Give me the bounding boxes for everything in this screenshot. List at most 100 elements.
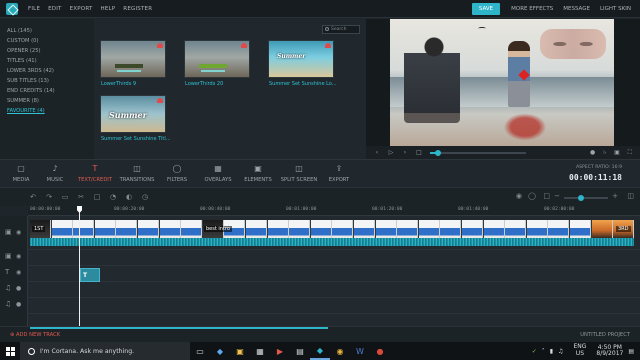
zoom-in-icon[interactable]: + (612, 192, 618, 200)
zoom-slider[interactable] (564, 195, 608, 201)
store-icon[interactable]: ▦ (250, 342, 270, 360)
light-skin-link[interactable]: LIGHT SKIN (600, 6, 631, 12)
eye-icon[interactable]: ◉ (16, 229, 21, 236)
chrome-icon[interactable]: ◉ (330, 342, 350, 360)
library-item-summer-title[interactable]: Summer (100, 95, 166, 133)
library-search-input[interactable]: Search (322, 25, 360, 34)
timeline-scrollbar[interactable] (30, 327, 328, 329)
playback-scrubber[interactable] (430, 149, 526, 156)
menu-file[interactable]: FILE (28, 6, 40, 12)
play-icon[interactable]: ▷ (388, 149, 394, 156)
windows-start-icon[interactable] (0, 342, 20, 360)
rewind-icon[interactable]: ‹ (374, 149, 380, 156)
save-button[interactable]: SAVE (471, 3, 501, 15)
category-titles[interactable]: TITLES (41) (7, 56, 94, 66)
music-track-lane (28, 282, 640, 298)
timeline-ruler[interactable]: 00:00:00:00 00:00:20:00 00:00:40:00 00:0… (28, 206, 640, 216)
nvidia-icon[interactable]: ✓ (532, 348, 537, 355)
video-frame (116, 220, 138, 238)
volume-icon[interactable]: ♫ (558, 348, 563, 355)
video-clip[interactable]: 1ST best intro 3RD (30, 220, 634, 246)
category-favourite[interactable]: FAVOURITE (4) (7, 106, 94, 116)
file-explorer-icon[interactable]: ▣ (230, 342, 250, 360)
clock[interactable]: 4:50 PM 8/9/2017 (591, 344, 623, 358)
category-end-credits[interactable]: END CREDITS (14) (7, 86, 94, 96)
forward-icon[interactable]: › (402, 149, 408, 156)
tab-export[interactable]: ⇪ EXPORT (319, 164, 359, 183)
zoom-handle[interactable] (578, 195, 584, 201)
filters-icon: ◯ (172, 164, 182, 173)
color-icon[interactable]: ◐ (124, 192, 134, 202)
tab-filters[interactable]: ◯ FILTERS (157, 164, 197, 183)
category-custom[interactable]: CUSTOM (0) (7, 36, 94, 46)
menu-help[interactable]: HELP (101, 6, 116, 12)
add-new-track-button[interactable]: ⊕ ADD NEW TRACK (10, 332, 60, 338)
library-item-lowerthirds-20[interactable] (184, 40, 250, 78)
tab-music[interactable]: ♪ MUSIC (35, 164, 75, 183)
filmora-taskbar-icon[interactable]: ◆ (310, 342, 330, 360)
redo-icon[interactable]: ↷ (44, 192, 54, 202)
category-sub-titles[interactable]: SUB TITLES (13) (7, 76, 94, 86)
title-clip[interactable]: T (80, 268, 100, 282)
language-indicator[interactable]: ENG US (568, 344, 586, 358)
dropbox-icon[interactable]: ◆ (210, 342, 230, 360)
video-frame (397, 220, 419, 238)
media-player-icon[interactable]: ▶ (270, 342, 290, 360)
snapshot-icon[interactable]: ▣ (614, 149, 620, 157)
speaker-icon[interactable]: ● (16, 301, 21, 308)
zoom-fit-icon[interactable]: □ (543, 192, 550, 200)
cut-icon[interactable]: ✂ (76, 192, 86, 202)
favorite-heart-icon[interactable] (157, 98, 163, 103)
crop-icon[interactable]: □ (92, 192, 102, 202)
video-track-icon: ▣ (5, 228, 12, 236)
word-icon[interactable]: W (350, 342, 370, 360)
menu-edit[interactable]: EDIT (48, 6, 62, 12)
playhead[interactable] (79, 212, 80, 326)
category-all[interactable]: ALL (145) (7, 26, 94, 36)
fullscreen-icon[interactable]: ⛶ (628, 149, 632, 157)
undo-icon[interactable]: ↶ (28, 192, 38, 202)
library-item-lowerthirds-9[interactable] (100, 40, 166, 78)
favorite-heart-icon[interactable] (241, 43, 247, 48)
photos-icon[interactable]: ▤ (290, 342, 310, 360)
tab-text-credit[interactable]: T TEXT/CREDIT (75, 164, 115, 183)
favorite-heart-icon[interactable] (157, 43, 163, 48)
library-item-summer-lower[interactable]: Summer (268, 40, 334, 78)
battery-icon[interactable]: ▮ (550, 348, 553, 355)
task-view-icon[interactable]: ▭ (190, 342, 210, 360)
tab-elements[interactable]: ▣ ELEMENTS (238, 164, 278, 183)
music-note-icon: ♪ (52, 164, 58, 173)
menu-register[interactable]: REGISTER (123, 6, 152, 12)
category-lower-3rds[interactable]: LOWER 3RDS (42) (7, 66, 94, 76)
notifications-icon[interactable]: ▤ (628, 348, 634, 355)
tab-split-screen[interactable]: ◫ SPLIT SCREEN (279, 164, 319, 183)
tab-transitions[interactable]: ◫ TRANSITIONS (117, 164, 157, 183)
split-screen-icon: ◫ (295, 164, 303, 173)
app-icon[interactable]: ● (370, 342, 390, 360)
speaker-icon[interactable]: ● (16, 285, 21, 292)
show-hidden-icon[interactable]: ˄ (542, 348, 545, 355)
eye-icon[interactable]: ◉ (16, 269, 21, 276)
delete-icon[interactable]: ▭ (60, 192, 70, 202)
marker-icon[interactable]: ◯ (528, 192, 536, 200)
stop-icon[interactable]: □ (416, 149, 422, 156)
speed-icon[interactable]: ◔ (108, 192, 118, 202)
duration-icon[interactable]: ◷ (140, 192, 150, 202)
render-icon[interactable]: ◉ (516, 192, 522, 200)
zoom-out-icon[interactable]: − (554, 192, 560, 200)
category-summer[interactable]: SUMMER (8) (7, 96, 94, 106)
category-opener[interactable]: OPENER (25) (7, 46, 94, 56)
favorite-heart-icon[interactable] (325, 43, 331, 48)
settings-icon[interactable]: ◫ (627, 192, 634, 200)
cortana-search-box[interactable]: I'm Cortana. Ask me anything. (20, 342, 190, 360)
playback-handle[interactable] (434, 149, 441, 156)
microphone-icon[interactable]: ● (590, 149, 595, 157)
ruler-label: 00:00:40:00 (200, 207, 231, 212)
tab-overlays[interactable]: ▦ OVERLAYS (198, 164, 238, 183)
menu-export[interactable]: EXPORT (70, 6, 93, 12)
eye-icon[interactable]: ◉ (16, 253, 21, 260)
volume-icon[interactable]: ♭ (603, 149, 606, 157)
message-link[interactable]: MESSAGE (563, 6, 590, 12)
overlay-track-lane (28, 250, 640, 266)
more-effects-link[interactable]: MORE EFFECTS (511, 6, 553, 12)
